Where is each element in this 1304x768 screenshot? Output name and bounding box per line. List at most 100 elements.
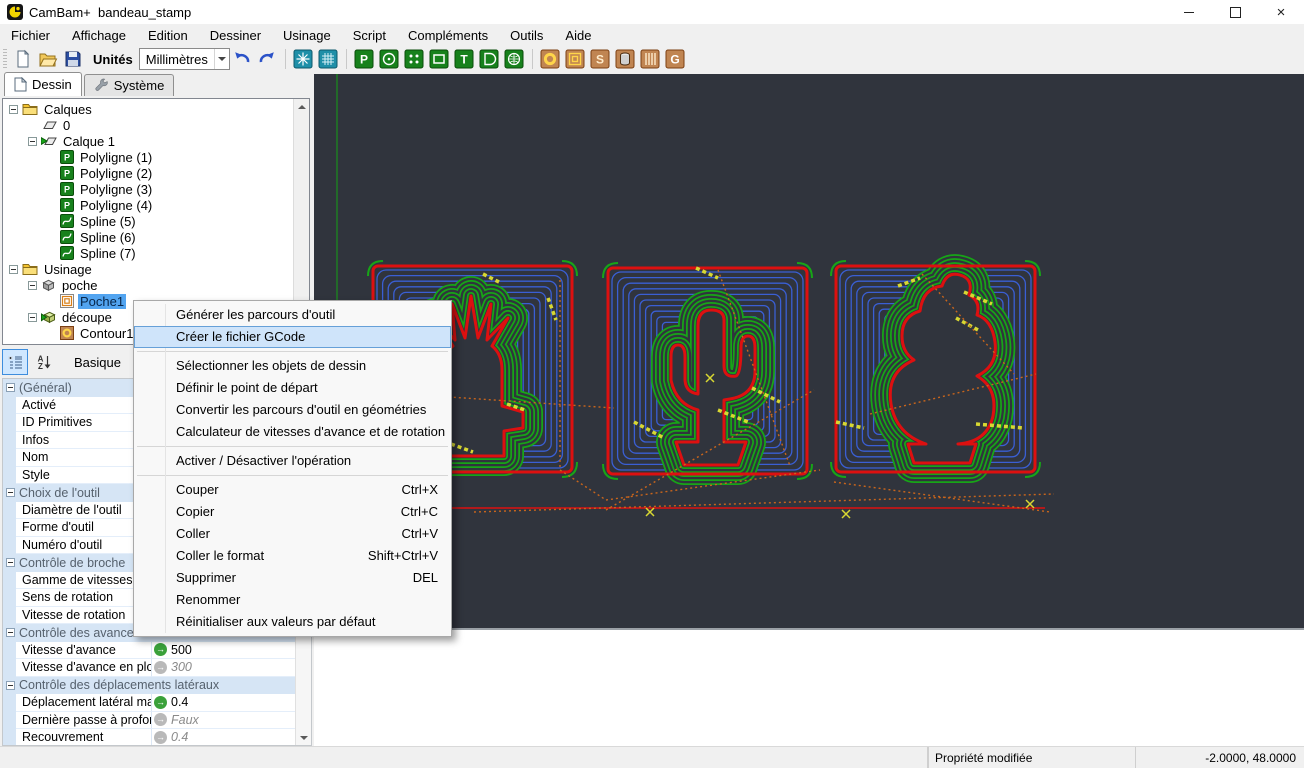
menu-item-supprimer[interactable]: SupprimerDEL (134, 567, 451, 589)
tree-expander[interactable] (9, 265, 18, 274)
maximize-button[interactable] (1212, 0, 1258, 24)
category-expander[interactable] (6, 383, 15, 392)
engrave-icon[interactable]: S (589, 48, 612, 71)
tree-item-polyligne-4-[interactable]: PPolyligne (4) (3, 197, 293, 213)
menu-item-de-finir-le-point-de-de-part[interactable]: Définir le point de départ (134, 377, 451, 399)
tree-item-spline-7-[interactable]: Spline (7) (3, 245, 293, 261)
menu-item-calculateur-de-vitesses-d-avance-et-de-rotation[interactable]: Calculateur de vitesses d'avance et de r… (134, 421, 451, 443)
property-category[interactable]: Contrôle des déplacements latéraux (3, 677, 311, 695)
save-file-icon[interactable] (61, 48, 84, 71)
menu-item-renommer[interactable]: Renommer (134, 589, 451, 611)
property-value[interactable]: →0.4 (151, 729, 311, 746)
cursor-coordinates: -2.0000, 48.0000 (1136, 747, 1304, 768)
circle-icon[interactable] (378, 48, 401, 71)
property-row[interactable]: Dernière passe à profondeur→Faux (3, 712, 311, 730)
open-file-icon[interactable] (36, 48, 59, 71)
chevron-down-icon[interactable] (214, 49, 229, 69)
surface-icon[interactable] (478, 48, 501, 71)
tree-item-polyligne-3-[interactable]: PPolyligne (3) (3, 181, 293, 197)
point-list-icon[interactable] (403, 48, 426, 71)
redo-icon[interactable] (256, 48, 279, 71)
window-controls: × (1166, 0, 1304, 24)
contour-icon[interactable] (564, 48, 587, 71)
polyline-icon[interactable]: P (353, 48, 376, 71)
profile-icon[interactable] (639, 48, 662, 71)
menu-complements[interactable]: Compléments (397, 24, 499, 46)
category-expander[interactable] (6, 681, 15, 690)
menu-fichier[interactable]: Fichier (0, 24, 61, 46)
folder-icon (22, 103, 38, 116)
minimize-button[interactable] (1166, 0, 1212, 24)
property-row[interactable]: Vitesse d'avance→500 (3, 642, 311, 660)
menu-item-se-lectionner-les-objets-de-dessin[interactable]: Sélectionner les objets de dessin (134, 355, 451, 377)
rectangle-icon[interactable] (428, 48, 451, 71)
property-value[interactable]: →0.4 (151, 694, 311, 712)
view-mode-label[interactable]: Basique (74, 355, 121, 370)
menu-item-copier[interactable]: CopierCtrl+C (134, 501, 451, 523)
gcode-icon[interactable]: G (664, 48, 687, 71)
tree-item-spline-6-[interactable]: Spline (6) (3, 229, 293, 245)
property-row[interactable]: Recouvrement→0.4 (3, 729, 311, 746)
tree-item-calque-1[interactable]: Calque 1 (3, 133, 293, 149)
menu-item-ge-ne-rer-les-parcours-d-outil[interactable]: Générer les parcours d'outil (134, 304, 451, 326)
alphabetical-view-button[interactable]: AZ (31, 349, 57, 375)
tab-systeme[interactable]: Système (84, 74, 175, 96)
snap-point-icon[interactable] (292, 48, 315, 71)
menu-affichage[interactable]: Affichage (61, 24, 137, 46)
text-icon[interactable]: T (453, 48, 476, 71)
scroll-up-arrow[interactable] (294, 99, 309, 114)
grid-icon[interactable] (317, 48, 340, 71)
tree-item-polyligne-1-[interactable]: PPolyligne (1) (3, 149, 293, 165)
menu-item-couper[interactable]: CouperCtrl+X (134, 479, 451, 501)
tree-item-usinage[interactable]: Usinage (3, 261, 293, 277)
property-label: Infos (16, 432, 151, 450)
category-expander[interactable] (6, 558, 15, 567)
units-combobox[interactable]: Millimètres (139, 48, 230, 70)
menu-item-coller-le-format[interactable]: Coller le formatShift+Ctrl+V (134, 545, 451, 567)
polyline-item-icon: P (60, 150, 74, 164)
property-label: Recouvrement (16, 729, 151, 746)
tree-expander[interactable] (9, 105, 18, 114)
menu-shortcut: DEL (413, 567, 438, 589)
region-icon[interactable] (503, 48, 526, 71)
menu-item-coller[interactable]: CollerCtrl+V (134, 523, 451, 545)
menu-item-cre-er-le-fichier-gcode[interactable]: Créer le fichier GCode (134, 326, 451, 348)
tree-item-polyligne-2-[interactable]: PPolyligne (2) (3, 165, 293, 181)
menu-item-activer-de-sactiver-l-ope-ration[interactable]: Activer / Désactiver l'opération (134, 450, 451, 472)
tab-dessin[interactable]: Dessin (4, 72, 82, 96)
drawing-canvas[interactable] (314, 74, 1304, 628)
tree-item-0[interactable]: 0 (3, 117, 293, 133)
scroll-down-arrow[interactable] (296, 730, 311, 745)
close-button[interactable]: × (1258, 0, 1304, 24)
pocket-icon[interactable] (539, 48, 562, 71)
property-label: Activé (16, 397, 151, 415)
menu-aide[interactable]: Aide (554, 24, 602, 46)
drill-icon[interactable] (614, 48, 637, 71)
menu-item-re-initialiser-aux-valeurs-par-de-faut[interactable]: Réinitialiser aux valeurs par défaut (134, 611, 451, 633)
menu-item-convertir-les-parcours-d-outil-en-ge-ome-tries[interactable]: Convertir les parcours d'outil en géomét… (134, 399, 451, 421)
tree-item-spline-5-[interactable]: Spline (5) (3, 213, 293, 229)
new-document-icon[interactable] (11, 48, 34, 71)
undo-icon[interactable] (231, 48, 254, 71)
tree-expander[interactable] (28, 281, 37, 290)
menu-edition[interactable]: Edition (137, 24, 199, 46)
tree-expander[interactable] (28, 313, 37, 322)
menu-outils[interactable]: Outils (499, 24, 554, 46)
tree-item-label: Spline (6) (78, 230, 138, 245)
property-row[interactable]: Déplacement latéral maxi→0.4 (3, 694, 311, 712)
property-row[interactable]: Vitesse d'avance en plongée→300 (3, 659, 311, 677)
tree-item-calques[interactable]: Calques (3, 101, 293, 117)
menu-script[interactable]: Script (342, 24, 397, 46)
categorized-view-button[interactable] (2, 349, 28, 375)
tree-item-poche[interactable]: poche (3, 277, 293, 293)
property-value[interactable]: →300 (151, 659, 311, 677)
tree-expander[interactable] (28, 137, 37, 146)
property-value[interactable]: →500 (151, 642, 311, 660)
category-expander[interactable] (6, 488, 15, 497)
property-value[interactable]: →Faux (151, 712, 311, 730)
menu-dessiner[interactable]: Dessiner (199, 24, 272, 46)
menu-usinage[interactable]: Usinage (272, 24, 342, 46)
machining-group-active-icon (41, 310, 56, 324)
category-expander[interactable] (6, 628, 15, 637)
tree-item-label: 0 (61, 118, 72, 133)
